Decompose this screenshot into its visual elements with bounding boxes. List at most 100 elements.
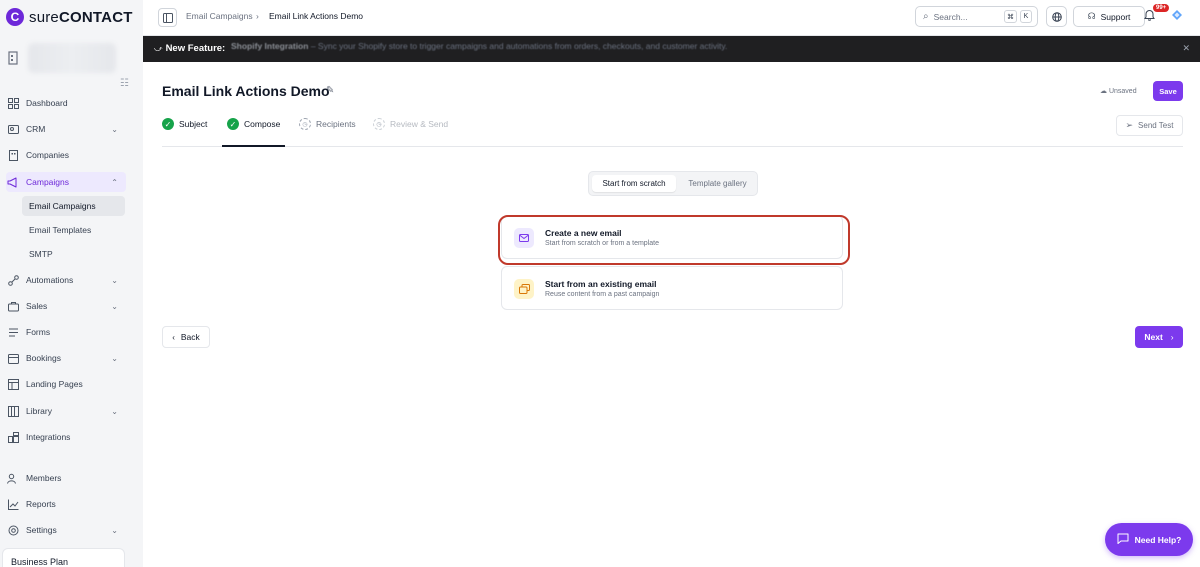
sidebar-item-dashboard[interactable]: Dashboard (6, 93, 126, 113)
breadcrumb-email-campaigns[interactable]: Email Campaigns (186, 11, 253, 21)
sidebar-item-library[interactable]: Library ⌄ (6, 401, 126, 421)
layout-icon (6, 377, 20, 391)
send-test-button[interactable]: ➢ Send Test (1116, 115, 1183, 136)
step-label: Recipients (316, 119, 356, 129)
sidebar-item-forms[interactable]: Forms (6, 322, 126, 342)
sidebar-item-members[interactable]: Members (6, 468, 126, 488)
globe-icon[interactable] (1046, 6, 1067, 27)
logo[interactable]: C sureCONTACT (6, 6, 133, 28)
chevron-down-icon[interactable]: ⌄ (111, 276, 118, 285)
step-compose[interactable]: ✓ Compose (227, 117, 280, 131)
sparkle-icon: ⤻ (154, 44, 163, 53)
search-input[interactable]: ⌕ Search... ⌘ K (915, 6, 1038, 27)
account-icon[interactable] (1171, 9, 1183, 24)
headset-icon: ☊ (1087, 11, 1096, 21)
workspace-name-redacted (28, 43, 116, 73)
logo-mark-icon: C (6, 8, 24, 26)
kbd-command: ⌘ (1004, 10, 1017, 23)
card-title: Start from an existing email (545, 279, 657, 289)
chevron-down-icon[interactable]: ⌄ (111, 125, 118, 134)
chart-icon (6, 497, 20, 511)
logo-text: sureCONTACT (29, 8, 133, 26)
workspace-switcher[interactable] (4, 40, 140, 76)
workspace-icon (8, 51, 22, 65)
panel-toggle-icon[interactable] (158, 8, 177, 27)
sidebar-subitem-smtp[interactable]: SMTP (22, 244, 125, 264)
save-button[interactable]: Save (1153, 81, 1183, 101)
crm-icon (6, 122, 20, 136)
tab-template-gallery[interactable]: Template gallery (679, 175, 756, 192)
sidebar-item-campaigns[interactable]: Campaigns ⌃ (6, 172, 126, 192)
sidebar-subitem-email-campaigns[interactable]: Email Campaigns (22, 196, 125, 216)
chevron-right-icon: › (1170, 332, 1174, 342)
back-button[interactable]: ‹ Back (162, 326, 210, 348)
support-button[interactable]: ☊ Support (1073, 6, 1145, 27)
sidebar-item-reports[interactable]: Reports (6, 494, 126, 514)
banner-title: ⤻ New Feature: (154, 43, 226, 54)
main-content: Email Link Actions Demo ✎ ☁ Unsaved Save… (143, 62, 1200, 567)
sidebar-item-crm[interactable]: CRM ⌄ (6, 119, 126, 139)
next-button[interactable]: Next › (1135, 326, 1183, 348)
card-subtitle: Reuse content from a past campaign (545, 291, 660, 298)
sidebar-item-label: Sales (26, 301, 48, 311)
back-label: Back (180, 332, 200, 342)
sidebar-item-landing-pages[interactable]: Landing Pages (6, 374, 126, 394)
sidebar-item-companies[interactable]: Companies (6, 145, 126, 165)
library-icon (6, 404, 20, 418)
chevron-down-icon[interactable]: ⌄ (111, 354, 118, 363)
topbar: Email Campaigns › Email Link Actions Dem… (143, 0, 1200, 36)
page-title: Email Link Actions Demo (162, 83, 330, 99)
steps-divider (162, 146, 1183, 147)
sidebar-item-automations[interactable]: Automations ⌄ (6, 270, 126, 290)
notification-badge: 99+ (1153, 4, 1170, 12)
need-help-button[interactable]: Need Help? (1105, 523, 1193, 556)
sidebar-item-label: Reports (26, 499, 56, 509)
breadcrumb-current: Email Link Actions Demo (269, 11, 364, 21)
close-icon[interactable]: ✕ (1182, 43, 1190, 54)
sidebar-item-settings[interactable]: Settings ⌄ (6, 520, 126, 540)
sidebar-collapse-icon[interactable]: ☷ (120, 78, 129, 89)
flow-icon (6, 273, 20, 287)
form-icon (6, 325, 20, 339)
step-label: Subject (179, 119, 208, 129)
save-status: ☁ Unsaved (1100, 88, 1137, 95)
sidebar-item-label: Landing Pages (26, 379, 83, 389)
banner-text: Shopify Integration – Sync your Shopify … (231, 41, 728, 51)
sidebar-item-label: Bookings (26, 353, 61, 363)
sidebar-subitem-email-templates[interactable]: Email Templates (22, 220, 125, 240)
plan-card[interactable]: Business Plan (2, 548, 125, 567)
search-icon: ⌕ (923, 11, 929, 22)
bell-icon[interactable] (1144, 9, 1155, 24)
clock-icon: ◷ (299, 118, 311, 130)
sidebar-item-bookings[interactable]: Bookings ⌄ (6, 348, 126, 368)
chevron-down-icon[interactable]: ⌄ (111, 302, 118, 311)
chat-bubble-icon (1117, 533, 1129, 547)
announcement-banner: ⤻ New Feature: Shopify Integration – Sync… (143, 36, 1200, 62)
step-review-send: ◷ Review & Send (373, 117, 448, 131)
sidebar-item-label: Automations (26, 275, 74, 285)
step-recipients[interactable]: ◷ Recipients (299, 117, 356, 131)
sidebar: C sureCONTACT ☷ Dashboard CRM ⌄ Companie… (0, 0, 143, 567)
sidebar-item-integrations[interactable]: Integrations (6, 427, 126, 447)
step-label: Review & Send (390, 119, 449, 129)
chevron-down-icon[interactable]: ⌄ (111, 526, 118, 535)
sidebar-item-label: Library (26, 406, 52, 416)
pencil-icon[interactable]: ✎ (326, 85, 334, 96)
chevron-left-icon: ‹ (172, 332, 175, 342)
next-label: Next (1144, 332, 1163, 342)
need-help-label: Need Help? (1134, 534, 1182, 545)
sidebar-item-sales[interactable]: Sales ⌄ (6, 296, 126, 316)
megaphone-icon (6, 175, 20, 189)
chevron-down-icon[interactable]: ⌄ (111, 407, 118, 416)
kbd-k: K (1020, 10, 1032, 23)
sidebar-item-label: Members (26, 473, 62, 483)
step-subject[interactable]: ✓ Subject (162, 117, 207, 131)
tab-start-from-scratch[interactable]: Start from scratch (592, 175, 676, 192)
building-icon (6, 148, 20, 162)
breadcrumb-separator-icon: › (256, 11, 259, 21)
chevron-up-icon[interactable]: ⌃ (111, 178, 118, 187)
start-from-existing-card[interactable]: Start from an existing email Reuse conte… (501, 266, 843, 310)
dashboard-icon (6, 96, 20, 110)
check-circle-icon: ✓ (227, 118, 239, 130)
briefcase-icon (6, 299, 20, 313)
